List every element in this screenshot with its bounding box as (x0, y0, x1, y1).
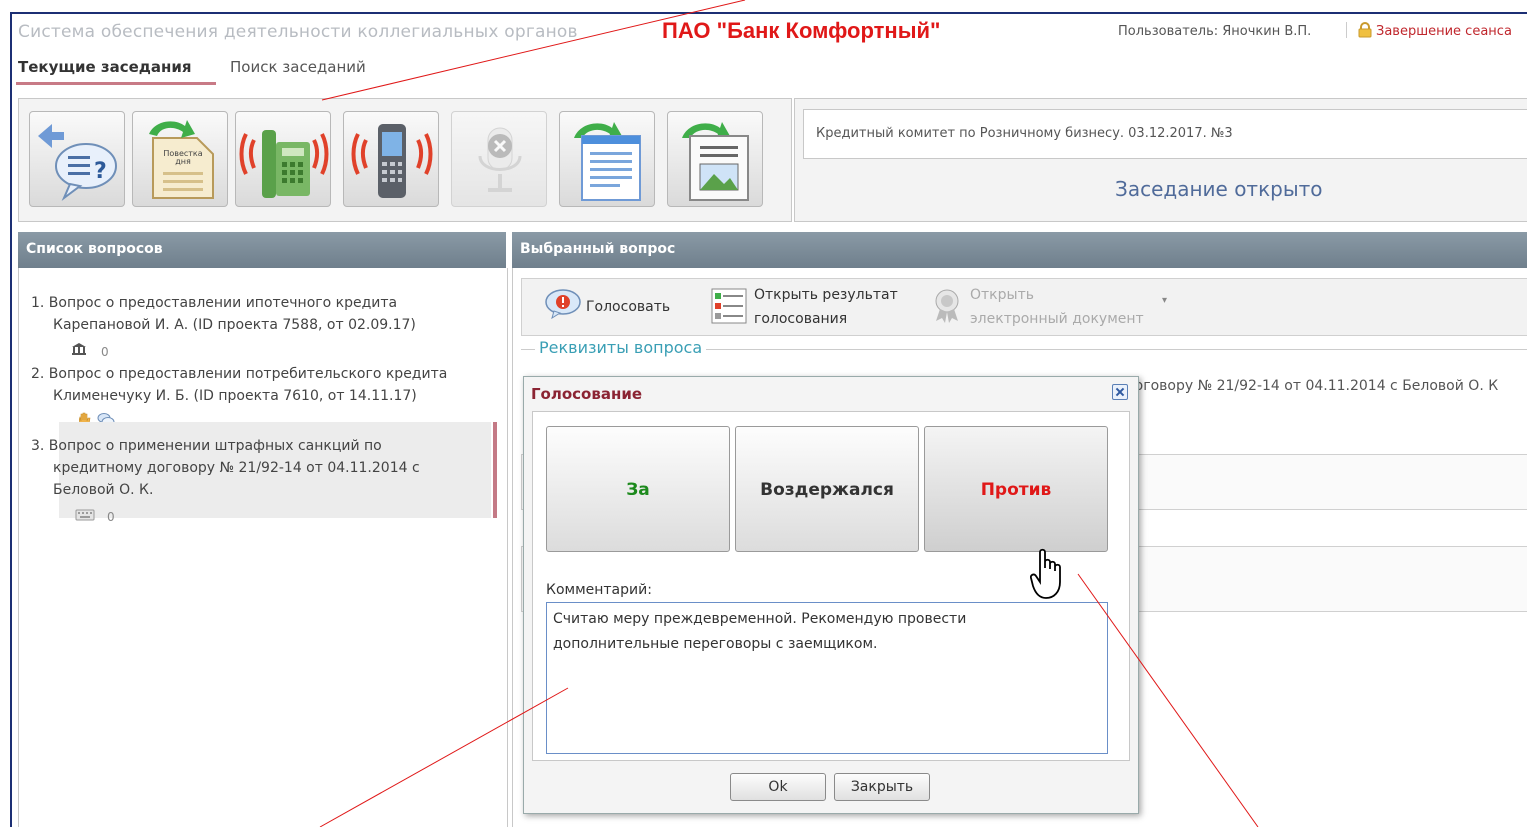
vote-abstain-button[interactable]: Воздержался (735, 426, 919, 552)
meeting-status: Заседание открыто (1115, 177, 1323, 201)
dropdown-arrow-icon[interactable]: ▾ (1162, 289, 1167, 313)
vote-action-label: Голосовать (586, 299, 671, 315)
vote-for-button[interactable]: За (546, 426, 730, 552)
svg-text:?: ? (94, 159, 107, 184)
tab-search-meetings[interactable]: Поиск заседаний (230, 58, 366, 76)
image-document-icon (682, 122, 749, 201)
questions-list: 1. Вопрос о предоставлении ипотечного кр… (18, 268, 508, 827)
meeting-title: Кредитный комитет по Розничному бизнесу.… (816, 126, 1233, 141)
open-edoc-label: Открыть (970, 287, 1034, 303)
ok-button[interactable]: Ok (730, 773, 826, 801)
comment-label: Комментарий: (546, 582, 652, 598)
current-user: Пользователь: Яночкин В.П. (1118, 24, 1312, 39)
svg-text:дня: дня (175, 157, 191, 166)
microphone-off-button[interactable] (451, 111, 547, 207)
conference-phone-button[interactable] (235, 111, 331, 207)
results-list-icon (711, 288, 747, 324)
mobile-phone-icon (351, 124, 433, 198)
question-item-2[interactable]: 2. Вопрос о предоставлении потребительск… (31, 363, 447, 407)
question-item-1[interactable]: 1. Вопрос о предоставлении ипотечного кр… (31, 292, 416, 336)
open-results-label: Открыть результат (754, 287, 898, 303)
meeting-title-box: Кредитный комитет по Розничному бизнесу.… (803, 109, 1527, 159)
open-results-label: голосования (754, 311, 848, 327)
vote-bubble-icon (545, 289, 581, 319)
comment-count: 0 (107, 510, 115, 524)
close-icon[interactable] (1112, 384, 1128, 400)
tab-bar: Текущие заседания Поиск заседаний (12, 48, 1527, 90)
open-edoc-label: электронный документ (970, 311, 1144, 327)
comment-field[interactable]: Считаю меру преждевременной. Рекомендую … (546, 602, 1108, 754)
open-presentation-button[interactable] (667, 111, 763, 207)
certificate-icon (935, 289, 959, 323)
desk-phone-icon (239, 130, 329, 198)
top-bar: Система обеспечения деятельности коллеги… (12, 14, 1527, 48)
app-title: Система обеспечения деятельности коллеги… (18, 22, 578, 42)
lock-icon (1358, 22, 1372, 38)
close-button[interactable]: Закрыть (834, 773, 930, 801)
divider (1346, 22, 1347, 38)
question-actions-bar: Голосовать Открыть результат голосования (521, 278, 1527, 336)
active-tab-indicator (16, 82, 216, 85)
question-details-text: договору № 21/92-14 от 04.11.2014 с Бело… (1125, 378, 1499, 394)
question-text: Беловой О. К. (53, 482, 154, 498)
question-bubble-icon: ? (38, 124, 117, 202)
document-window-icon (574, 122, 641, 201)
vote-against-button[interactable]: Против (924, 426, 1108, 552)
comment-count: 0 (101, 345, 109, 359)
agenda-document-icon: Повестка дня (149, 120, 214, 199)
agenda-button[interactable]: Повестка дня (132, 111, 228, 207)
question-details-legend: Реквизиты вопроса (535, 338, 707, 357)
question-text: 1. Вопрос о предоставлении ипотечного кр… (31, 295, 398, 311)
ask-question-button[interactable]: ? (29, 111, 125, 207)
question-text: кредитному договору № 21/92-14 от 04.11.… (53, 460, 420, 476)
keyboard-icon (75, 509, 95, 521)
question-text: Карепановой И. А. (ID проекта 7588, от 0… (53, 317, 416, 333)
dialog-title: Голосование (531, 385, 643, 403)
microphone-muted-icon (478, 127, 522, 192)
hand-cursor-icon (1030, 548, 1061, 599)
meeting-info-panel: Кредитный комитет по Розничному бизнесу.… (794, 98, 1527, 222)
logout-link[interactable]: Завершение сеанса (1376, 24, 1512, 39)
selected-question-header: Выбранный вопрос (512, 232, 1527, 268)
question-item-3[interactable]: 3. Вопрос о применении штрафных санкций … (31, 435, 420, 501)
open-document-button[interactable] (559, 111, 655, 207)
question-text: Клименечуку И. Б. (ID проекта 7610, от 1… (53, 388, 417, 404)
bank-icon (72, 343, 86, 355)
question-text: 2. Вопрос о предоставлении потребительск… (31, 366, 448, 382)
tab-current-meetings[interactable]: Текущие заседания (18, 58, 192, 76)
mobile-call-button[interactable] (343, 111, 439, 207)
questions-panel-header: Список вопросов (18, 232, 506, 268)
question-text: 3. Вопрос о применении штрафных санкций … (31, 438, 382, 454)
bank-name: ПАО "Банк Комфортный" (662, 18, 941, 43)
toolbar-panel: ? Повестка дня (18, 98, 792, 222)
selected-question-marker (493, 422, 497, 518)
